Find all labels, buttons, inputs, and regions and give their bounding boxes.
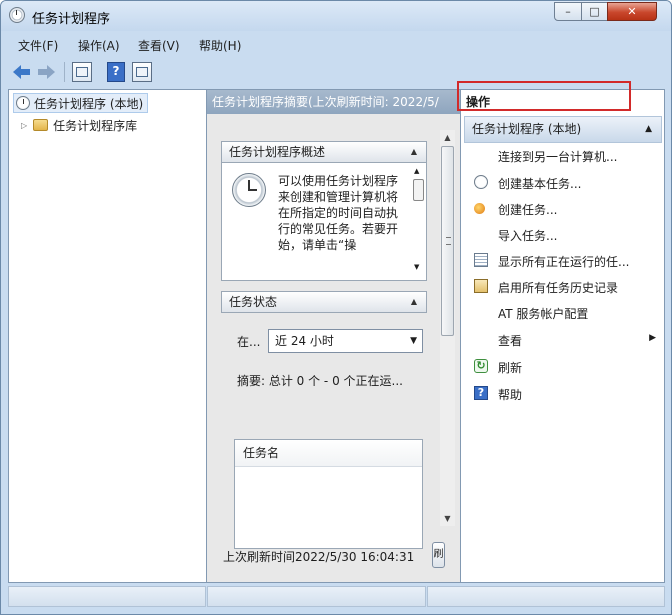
task-table[interactable]: 任务名 <box>234 439 423 549</box>
maximize-button[interactable]: □ <box>581 2 608 21</box>
overview-title: 任务计划程序概述 <box>229 145 326 159</box>
action-label: 帮助 <box>498 388 523 402</box>
action-enable-history[interactable]: 启用所有任务历史记录 <box>463 274 662 299</box>
menu-bar: 文件(F) 操作(A) 查看(V) 帮助(H) <box>8 36 664 56</box>
expand-arrow-icon[interactable]: ▷ <box>21 121 27 130</box>
overview-section-header[interactable]: 任务计划程序概述 ▲ <box>221 141 427 163</box>
action-create-basic-task[interactable]: 创建基本任务... <box>463 170 662 195</box>
last-refresh-time: 上次刷新时间2022/5/30 16:04:31 <box>223 550 415 564</box>
collapse-icon[interactable]: ▲ <box>406 144 422 160</box>
collapse-icon[interactable]: ▲ <box>406 294 422 310</box>
minimize-button[interactable]: – <box>554 2 582 21</box>
action-show-running-tasks[interactable]: 显示所有正在运行的任... <box>463 248 662 273</box>
overview-text: 可以使用任务计划程序来创建和管理计算机将在所指定的时间自动执行的常见任务。若要开… <box>278 174 399 252</box>
actions-group-header[interactable]: 任务计划程序 (本地) ▲ <box>464 116 662 143</box>
summary-header: 任务计划程序摘要(上次刷新时间: 2022/5/ <box>207 90 460 114</box>
toolbar-divider <box>64 62 65 82</box>
column-header-task-name[interactable]: 任务名 <box>235 440 422 467</box>
status-bar <box>8 586 665 608</box>
overview-body: 可以使用任务计划程序来创建和管理计算机将在所指定的时间自动执行的常见任务。若要开… <box>221 163 427 281</box>
time-range-select[interactable]: 近 24 小时 ▼ <box>268 329 423 353</box>
help-icon: ? <box>474 386 488 400</box>
actions-group-label: 任务计划程序 (本地) <box>472 122 582 136</box>
tree-item-label: 任务计划程序库 <box>53 118 138 133</box>
highlight-annotation-box <box>457 81 631 111</box>
action-at-service-config[interactable]: AT 服务帐户配置 <box>463 300 662 325</box>
status-cell <box>207 586 426 607</box>
folder-clock-icon <box>33 119 49 131</box>
action-create-task[interactable]: 创建任务... <box>463 196 662 221</box>
menu-action[interactable]: 操作(A) <box>78 37 120 54</box>
clock-icon <box>16 96 30 110</box>
console-tree: 任务计划程序 (本地) ▷ 任务计划程序库 <box>9 90 207 582</box>
action-label: 刷新 <box>498 361 523 375</box>
show-hide-console-tree-icon[interactable] <box>72 62 92 82</box>
task-status-title: 任务状态 <box>229 295 278 309</box>
scroll-down-icon[interactable]: ▼ <box>440 511 455 526</box>
task-scheduler-clock-icon <box>9 7 25 23</box>
summary-pane: 任务计划程序摘要(上次刷新时间: 2022/5/ 任务计划程序概述 ▲ 可以使用… <box>207 90 461 582</box>
action-refresh[interactable]: ↻ 刷新 <box>463 354 662 379</box>
main-client-area: 任务计划程序 (本地) ▷ 任务计划程序库 任务计划程序摘要(上次刷新时间: 2… <box>8 89 665 583</box>
action-import-task[interactable]: 导入任务... <box>463 222 662 247</box>
action-label: 创建基本任务... <box>498 177 582 191</box>
close-button[interactable]: ✕ <box>607 2 657 21</box>
action-label: 查看 <box>498 334 523 348</box>
show-hide-action-pane-icon[interactable] <box>132 62 152 82</box>
task-status-section-header[interactable]: 任务状态 ▲ <box>221 291 427 313</box>
status-cell <box>427 586 665 607</box>
submenu-arrow-icon: ▶ <box>649 333 656 343</box>
back-arrow-icon[interactable] <box>13 62 31 82</box>
scheduler-clock-icon <box>232 173 266 207</box>
action-view[interactable]: 查看 ▶ <box>463 327 662 352</box>
history-icon <box>474 279 488 293</box>
tree-item-label: 任务计划程序 (本地) <box>34 96 144 111</box>
scroll-thumb[interactable] <box>441 146 454 336</box>
time-range-value: 近 24 小时 <box>275 334 334 348</box>
menu-view[interactable]: 查看(V) <box>138 37 180 54</box>
list-icon <box>474 253 488 267</box>
scroll-up-icon[interactable]: ▲ <box>440 130 455 145</box>
chevron-down-icon: ▼ <box>410 336 417 346</box>
title-bar[interactable]: 任务计划程序 – □ ✕ <box>1 1 671 31</box>
action-connect-computer[interactable]: 连接到另一台计算机... <box>463 143 662 168</box>
status-cell <box>8 586 206 607</box>
action-label: 启用所有任务历史记录 <box>498 281 619 295</box>
status-summary: 摘要: 总计 0 个 - 0 个正在运... <box>237 374 403 388</box>
window-title: 任务计划程序 <box>32 12 111 27</box>
menu-file[interactable]: 文件(F) <box>18 37 58 54</box>
clock-icon <box>474 175 488 189</box>
help-icon[interactable]: ? <box>107 62 125 82</box>
range-label: 在... <box>237 335 261 349</box>
action-label: 显示所有正在运行的任... <box>498 255 630 269</box>
menu-help[interactable]: 帮助(H) <box>199 37 241 54</box>
refresh-icon: ↻ <box>474 359 488 373</box>
action-label: 导入任务... <box>498 229 558 243</box>
action-label: AT 服务帐户配置 <box>498 307 589 321</box>
action-label: 创建任务... <box>498 203 558 217</box>
action-help[interactable]: ? 帮助 <box>463 381 662 406</box>
tree-item-local[interactable]: 任务计划程序 (本地) <box>13 93 149 113</box>
actions-pane: 操作 任务计划程序 (本地) ▲ 连接到另一台计算机... 创建基本任务... … <box>463 90 664 582</box>
tree-item-library[interactable]: ▷ 任务计划程序库 <box>21 116 137 134</box>
task-icon <box>474 203 485 214</box>
collapse-icon[interactable]: ▲ <box>645 117 652 142</box>
action-label: 连接到另一台计算机... <box>498 150 618 164</box>
app-window: 任务计划程序 – □ ✕ 文件(F) 操作(A) 查看(V) 帮助(H) ? 任… <box>0 0 672 615</box>
overview-scrollbar[interactable]: ▲ ▼ <box>412 167 424 271</box>
forward-arrow-icon[interactable] <box>37 62 55 82</box>
summary-scrollbar[interactable]: ▲ ▼ <box>440 130 455 526</box>
refresh-button[interactable]: 刷 <box>432 542 445 568</box>
